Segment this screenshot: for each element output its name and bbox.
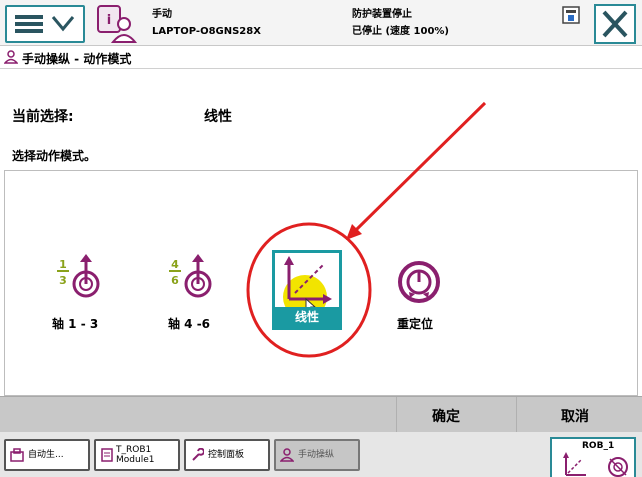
operator-info-icon[interactable]: i bbox=[96, 4, 138, 44]
task-bar: 自动生... T_ROB1 Module1 控制面板 手动操纵 bbox=[0, 432, 642, 477]
operating-mode: 手动 bbox=[152, 9, 172, 20]
axis-4-6-icon: 4 6 bbox=[169, 254, 212, 298]
ok-button[interactable]: 确定 bbox=[432, 406, 460, 426]
controller-name: LAPTOP-O8GNS28X bbox=[152, 26, 261, 37]
quickset-icon[interactable] bbox=[562, 6, 580, 24]
axis-1-3-icon: 1 3 bbox=[57, 254, 100, 298]
cancel-button[interactable]: 取消 bbox=[561, 406, 589, 426]
current-selection-value: 线性 bbox=[204, 109, 232, 125]
task-program-editor[interactable]: T_ROB1 Module1 bbox=[94, 439, 180, 471]
view-title: 手动操纵 - 动作模式 bbox=[22, 52, 132, 66]
program-editor-icon bbox=[101, 448, 113, 462]
wrench-icon bbox=[192, 448, 204, 461]
robot-unit-label: ROB_1 bbox=[582, 441, 615, 451]
mode-axis-1-3-label: 轴 1 - 3 bbox=[52, 317, 99, 331]
close-button[interactable] bbox=[594, 4, 636, 44]
jog-person-icon bbox=[280, 448, 294, 462]
svg-text:4: 4 bbox=[171, 258, 179, 271]
status-right: 防护装置停止 已停止 (速度 100%) bbox=[352, 6, 449, 40]
mode-reorient-label: 重定位 bbox=[397, 317, 434, 331]
view-title-bar: 手动操纵 - 动作模式 bbox=[0, 47, 642, 69]
task-jogging[interactable]: 手动操纵 bbox=[274, 439, 360, 471]
svg-text:6: 6 bbox=[171, 274, 179, 287]
linear-motion-icon bbox=[283, 256, 332, 309]
svg-text:1: 1 bbox=[59, 258, 67, 271]
task-auto-production[interactable]: 自动生... bbox=[4, 439, 90, 471]
mode-linear[interactable]: 线性 bbox=[272, 250, 342, 330]
top-status-bar: i 手动 LAPTOP-O8GNS28X 防护装置停止 已停止 (速度 100%… bbox=[0, 0, 642, 46]
current-selection-label: 当前选择: bbox=[12, 109, 74, 125]
safety-state: 防护装置停止 bbox=[352, 9, 412, 20]
close-icon bbox=[602, 10, 628, 38]
jog-person-icon bbox=[4, 50, 18, 64]
hamburger-menu-icon bbox=[15, 15, 75, 33]
instruction-text: 选择动作模式。 bbox=[12, 149, 97, 163]
mode-linear-label: 线性 bbox=[294, 310, 319, 324]
main-menu-button[interactable] bbox=[5, 5, 85, 43]
svg-text:i: i bbox=[107, 13, 111, 28]
command-bar: 确定 取消 bbox=[0, 396, 642, 433]
robot-quickset-button[interactable]: ROB_1 bbox=[550, 437, 636, 477]
status-left: 手动 LAPTOP-O8GNS28X bbox=[152, 6, 261, 40]
task-control-panel[interactable]: 控制面板 bbox=[184, 439, 270, 471]
reorient-icon bbox=[398, 261, 440, 303]
coordinate-system-icon bbox=[563, 452, 628, 477]
mode-axis-4-6-label: 轴 4 -6 bbox=[168, 317, 211, 331]
speed-status: 已停止 (速度 100%) bbox=[352, 26, 449, 37]
auto-production-icon bbox=[10, 448, 24, 462]
svg-text:3: 3 bbox=[59, 274, 67, 287]
